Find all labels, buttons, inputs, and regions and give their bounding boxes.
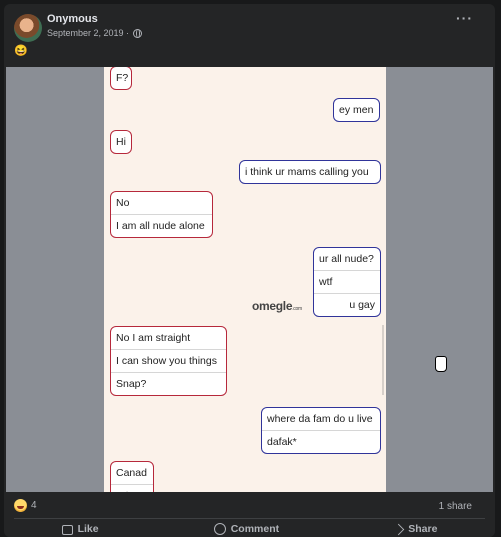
comment-label: Comment bbox=[230, 523, 280, 535]
chat-screenshot: F? ey men Hi i think ur mams calling you… bbox=[104, 67, 386, 492]
stranger-message: No I am straight I can show you things S… bbox=[110, 326, 227, 396]
author-name[interactable]: Onymous bbox=[47, 13, 98, 25]
scrollbar bbox=[382, 325, 384, 395]
message-line: ey men bbox=[339, 104, 374, 116]
avatar[interactable] bbox=[14, 14, 42, 42]
stranger-message: F? bbox=[110, 67, 132, 90]
hand-cursor-icon bbox=[435, 356, 447, 372]
omegle-watermark: omegle.com bbox=[252, 299, 302, 313]
message-line: No I am straight bbox=[116, 332, 191, 344]
message-line: Snap? bbox=[111, 372, 226, 395]
post-text: 😆 bbox=[14, 45, 28, 57]
divider bbox=[14, 518, 485, 519]
stranger-message: No I am all nude alone bbox=[110, 191, 213, 238]
comment-icon bbox=[213, 523, 226, 535]
message-line: I am all nude alone bbox=[111, 214, 212, 237]
action-bar: Like Comment Share bbox=[4, 523, 495, 535]
like-button[interactable]: Like bbox=[61, 523, 99, 535]
message-line: ur all nude? bbox=[319, 253, 374, 265]
watermark-suffix: .com bbox=[292, 306, 302, 312]
share-count[interactable]: 1 share bbox=[439, 501, 472, 512]
comment-button[interactable]: Comment bbox=[213, 523, 280, 535]
stranger-message: Canad Wh..? bbox=[110, 461, 154, 492]
facebook-post: Onymous September 2, 2019 · ··· 😆 F? ey … bbox=[4, 4, 495, 537]
post-date[interactable]: September 2, 2019 · bbox=[47, 28, 129, 38]
haha-reaction-icon bbox=[14, 499, 27, 512]
message-line: No bbox=[116, 197, 130, 209]
stranger-message: Hi bbox=[110, 130, 132, 154]
message-line: I can show you things bbox=[111, 349, 226, 372]
post-image[interactable]: F? ey men Hi i think ur mams calling you… bbox=[6, 67, 493, 492]
message-line: Wh..? bbox=[111, 484, 153, 492]
you-message: ur all nude? wtf u gay bbox=[313, 247, 381, 317]
message-line: F? bbox=[116, 72, 129, 84]
message-line: Hi bbox=[116, 136, 126, 148]
message-line: wtf bbox=[314, 270, 380, 293]
you-message: i think ur mams calling you bbox=[239, 160, 381, 184]
you-message: where da fam do u live dafak* bbox=[261, 407, 381, 454]
message-line: i think ur mams calling you bbox=[245, 166, 369, 178]
you-message: ey men bbox=[333, 98, 380, 122]
reaction-count: 4 bbox=[31, 500, 37, 511]
post-meta: September 2, 2019 · bbox=[47, 28, 143, 38]
message-line: Canad bbox=[116, 467, 147, 479]
reactions-summary[interactable]: 4 bbox=[14, 499, 37, 512]
post-footer: 4 1 share Like Comment Share bbox=[4, 492, 495, 537]
watermark-text: omegle bbox=[252, 299, 293, 313]
more-options-icon[interactable]: ··· bbox=[456, 10, 473, 26]
message-line: u gay bbox=[314, 293, 380, 316]
message-line: dafak* bbox=[262, 430, 380, 453]
thumbs-up-icon bbox=[61, 525, 73, 535]
share-label: Share bbox=[408, 523, 438, 535]
globe-icon bbox=[133, 28, 143, 38]
share-arrow-icon bbox=[393, 523, 405, 535]
message-line: where da fam do u live bbox=[267, 413, 373, 425]
share-button[interactable]: Share bbox=[393, 523, 438, 535]
like-label: Like bbox=[77, 523, 99, 535]
